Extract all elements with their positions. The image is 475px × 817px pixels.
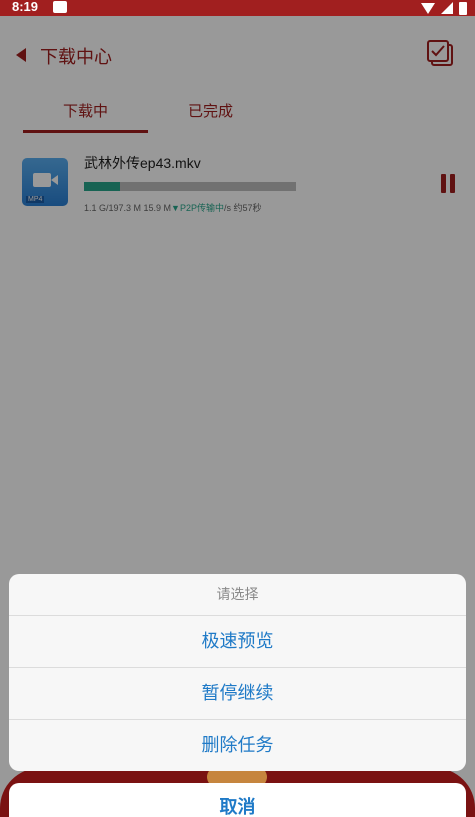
notification-icon (53, 1, 67, 13)
status-time: 8:19 (12, 0, 39, 14)
status-icons (421, 0, 467, 16)
signal-icon (441, 2, 453, 14)
battery-icon (459, 1, 467, 15)
cancel-button[interactable]: 取消 (9, 783, 466, 817)
action-sheet-title: 请选择 (9, 574, 466, 616)
wifi-icon (421, 2, 435, 14)
option-delete-task[interactable]: 删除任务 (9, 720, 466, 771)
action-sheet: 请选择 极速预览 暂停继续 删除任务 (9, 574, 466, 771)
option-pause-resume[interactable]: 暂停继续 (9, 668, 466, 720)
option-fast-preview[interactable]: 极速预览 (9, 616, 466, 668)
status-bar: 8:19 (0, 0, 475, 16)
